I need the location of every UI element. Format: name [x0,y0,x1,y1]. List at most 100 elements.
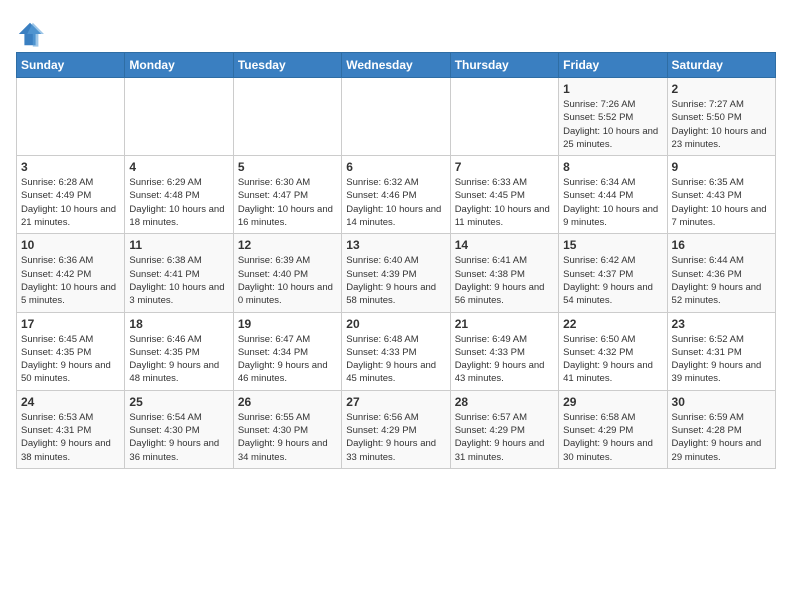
day-info: Sunrise: 6:59 AM Sunset: 4:28 PM Dayligh… [672,411,771,464]
calendar-cell: 4 Sunrise: 6:29 AM Sunset: 4:48 PM Daylig… [125,156,233,234]
day-info: Sunrise: 6:34 AM Sunset: 4:44 PM Dayligh… [563,176,662,229]
day-number: 19 [238,317,337,331]
day-number: 20 [346,317,445,331]
calendar-cell: 22 Sunrise: 6:50 AM Sunset: 4:32 PM Dayli… [559,312,667,390]
calendar-cell: 6 Sunrise: 6:32 AM Sunset: 4:46 PM Daylig… [342,156,450,234]
calendar-cell: 19 Sunrise: 6:47 AM Sunset: 4:34 PM Dayli… [233,312,341,390]
calendar-cell: 20 Sunrise: 6:48 AM Sunset: 4:33 PM Dayli… [342,312,450,390]
day-number: 14 [455,238,554,252]
calendar-cell: 28 Sunrise: 6:57 AM Sunset: 4:29 PM Dayli… [450,390,558,468]
day-number: 3 [21,160,120,174]
calendar-header-row: SundayMondayTuesdayWednesdayThursdayFrid… [17,53,776,78]
calendar-cell: 30 Sunrise: 6:59 AM Sunset: 4:28 PM Dayli… [667,390,775,468]
day-info: Sunrise: 6:28 AM Sunset: 4:49 PM Dayligh… [21,176,120,229]
day-number: 12 [238,238,337,252]
day-number: 15 [563,238,662,252]
day-number: 11 [129,238,228,252]
day-number: 13 [346,238,445,252]
calendar-cell: 25 Sunrise: 6:54 AM Sunset: 4:30 PM Dayli… [125,390,233,468]
day-info: Sunrise: 6:50 AM Sunset: 4:32 PM Dayligh… [563,333,662,386]
day-info: Sunrise: 7:27 AM Sunset: 5:50 PM Dayligh… [672,98,771,151]
day-header: Monday [125,53,233,78]
header [16,16,776,48]
day-number: 5 [238,160,337,174]
calendar-cell: 7Sunrise: 6:33 AM Sunset: 4:45 PM Daylig… [450,156,558,234]
calendar-cell: 17Sunrise: 6:45 AM Sunset: 4:35 PM Dayli… [17,312,125,390]
calendar-cell [233,78,341,156]
day-info: Sunrise: 6:39 AM Sunset: 4:40 PM Dayligh… [238,254,337,307]
day-number: 1 [563,82,662,96]
day-number: 8 [563,160,662,174]
calendar-cell: 21Sunrise: 6:49 AM Sunset: 4:33 PM Dayli… [450,312,558,390]
logo [16,20,46,48]
day-number: 2 [672,82,771,96]
calendar-cell: 12 Sunrise: 6:39 AM Sunset: 4:40 PM Dayli… [233,234,341,312]
calendar-week-row: 1 Sunrise: 7:26 AM Sunset: 5:52 PM Daylig… [17,78,776,156]
calendar-cell: 14 Sunrise: 6:41 AM Sunset: 4:38 PM Dayli… [450,234,558,312]
calendar-week-row: 24 Sunrise: 6:53 AM Sunset: 4:31 PM Dayli… [17,390,776,468]
calendar-cell [17,78,125,156]
calendar-cell [450,78,558,156]
day-number: 24 [21,395,120,409]
calendar-body: 1 Sunrise: 7:26 AM Sunset: 5:52 PM Daylig… [17,78,776,469]
day-info: Sunrise: 6:46 AM Sunset: 4:35 PM Dayligh… [129,333,228,386]
day-info: Sunrise: 6:52 AM Sunset: 4:31 PM Dayligh… [672,333,771,386]
day-info: Sunrise: 6:54 AM Sunset: 4:30 PM Dayligh… [129,411,228,464]
day-number: 22 [563,317,662,331]
calendar-cell: 29 Sunrise: 6:58 AM Sunset: 4:29 PM Dayli… [559,390,667,468]
day-number: 4 [129,160,228,174]
calendar-cell: 27 Sunrise: 6:56 AM Sunset: 4:29 PM Dayli… [342,390,450,468]
day-info: Sunrise: 6:35 AM Sunset: 4:43 PM Dayligh… [672,176,771,229]
calendar-cell [125,78,233,156]
day-header: Wednesday [342,53,450,78]
day-info: Sunrise: 6:33 AM Sunset: 4:45 PM Dayligh… [455,176,554,229]
day-info: Sunrise: 6:55 AM Sunset: 4:30 PM Dayligh… [238,411,337,464]
calendar-week-row: 17Sunrise: 6:45 AM Sunset: 4:35 PM Dayli… [17,312,776,390]
calendar-week-row: 10 Sunrise: 6:36 AM Sunset: 4:42 PM Dayli… [17,234,776,312]
calendar-cell: 10 Sunrise: 6:36 AM Sunset: 4:42 PM Dayli… [17,234,125,312]
day-info: Sunrise: 6:45 AM Sunset: 4:35 PM Dayligh… [21,333,120,386]
calendar-cell [342,78,450,156]
day-number: 10 [21,238,120,252]
day-number: 25 [129,395,228,409]
day-info: Sunrise: 6:48 AM Sunset: 4:33 PM Dayligh… [346,333,445,386]
calendar-cell: 1 Sunrise: 7:26 AM Sunset: 5:52 PM Daylig… [559,78,667,156]
day-number: 29 [563,395,662,409]
day-header: Friday [559,53,667,78]
logo-icon [16,20,44,48]
day-info: Sunrise: 6:42 AM Sunset: 4:37 PM Dayligh… [563,254,662,307]
page-container: SundayMondayTuesdayWednesdayThursdayFrid… [0,0,792,477]
day-info: Sunrise: 6:47 AM Sunset: 4:34 PM Dayligh… [238,333,337,386]
calendar-cell: 18 Sunrise: 6:46 AM Sunset: 4:35 PM Dayli… [125,312,233,390]
day-info: Sunrise: 6:58 AM Sunset: 4:29 PM Dayligh… [563,411,662,464]
day-info: Sunrise: 6:30 AM Sunset: 4:47 PM Dayligh… [238,176,337,229]
calendar-cell: 13Sunrise: 6:40 AM Sunset: 4:39 PM Dayli… [342,234,450,312]
day-number: 6 [346,160,445,174]
day-number: 9 [672,160,771,174]
calendar-cell: 5 Sunrise: 6:30 AM Sunset: 4:47 PM Daylig… [233,156,341,234]
calendar-cell: 26 Sunrise: 6:55 AM Sunset: 4:30 PM Dayli… [233,390,341,468]
day-info: Sunrise: 6:29 AM Sunset: 4:48 PM Dayligh… [129,176,228,229]
calendar-cell: 9 Sunrise: 6:35 AM Sunset: 4:43 PM Daylig… [667,156,775,234]
calendar-cell: 16Sunrise: 6:44 AM Sunset: 4:36 PM Dayli… [667,234,775,312]
day-number: 18 [129,317,228,331]
calendar-table: SundayMondayTuesdayWednesdayThursdayFrid… [16,52,776,469]
calendar-week-row: 3 Sunrise: 6:28 AM Sunset: 4:49 PM Daylig… [17,156,776,234]
calendar-cell: 8 Sunrise: 6:34 AM Sunset: 4:44 PM Daylig… [559,156,667,234]
day-number: 28 [455,395,554,409]
day-info: Sunrise: 6:32 AM Sunset: 4:46 PM Dayligh… [346,176,445,229]
day-info: Sunrise: 6:41 AM Sunset: 4:38 PM Dayligh… [455,254,554,307]
day-info: Sunrise: 6:53 AM Sunset: 4:31 PM Dayligh… [21,411,120,464]
day-info: Sunrise: 6:56 AM Sunset: 4:29 PM Dayligh… [346,411,445,464]
day-header: Tuesday [233,53,341,78]
calendar-cell: 2 Sunrise: 7:27 AM Sunset: 5:50 PM Daylig… [667,78,775,156]
day-number: 27 [346,395,445,409]
day-info: Sunrise: 6:36 AM Sunset: 4:42 PM Dayligh… [21,254,120,307]
day-info: Sunrise: 6:57 AM Sunset: 4:29 PM Dayligh… [455,411,554,464]
day-header: Sunday [17,53,125,78]
day-info: Sunrise: 6:49 AM Sunset: 4:33 PM Dayligh… [455,333,554,386]
day-number: 26 [238,395,337,409]
calendar-cell: 11Sunrise: 6:38 AM Sunset: 4:41 PM Dayli… [125,234,233,312]
day-info: Sunrise: 7:26 AM Sunset: 5:52 PM Dayligh… [563,98,662,151]
day-number: 30 [672,395,771,409]
